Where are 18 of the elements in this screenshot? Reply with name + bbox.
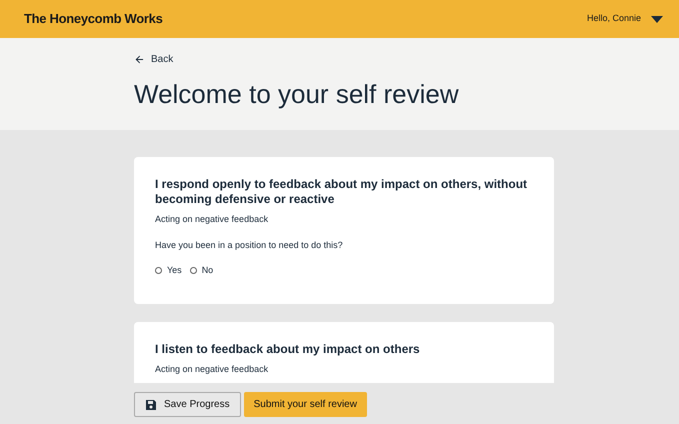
question-statement: I listen to feedback about my impact on others	[155, 342, 421, 356]
radio-label: No	[202, 264, 214, 277]
question-statement: I respond openly to feedback about my impact on others, without becoming defensive or reactive	[155, 177, 528, 207]
radio-button[interactable]	[155, 267, 162, 274]
back-link[interactable]: Back	[134, 52, 174, 67]
user-greeting: Hello, Connie	[586, 12, 641, 26]
brand-logo: The Honeycomb Works	[24, 10, 163, 28]
radio-label: Yes	[167, 264, 182, 277]
radio-button[interactable]	[190, 267, 197, 274]
back-arrow-icon	[134, 54, 145, 65]
dropdown-caret-icon[interactable]	[651, 16, 663, 22]
submit-review-button[interactable]: Submit your self review	[244, 392, 367, 417]
page-title: Welcome to your self review	[134, 79, 460, 109]
question-category: Acting on negative feedback	[155, 362, 270, 376]
save-progress-button[interactable]: Save Progress	[134, 392, 241, 417]
question-category: Acting on negative feedback	[155, 213, 270, 226]
save-icon	[145, 398, 157, 410]
question-prompt: Have you been in a position to need to do this?	[155, 238, 344, 252]
